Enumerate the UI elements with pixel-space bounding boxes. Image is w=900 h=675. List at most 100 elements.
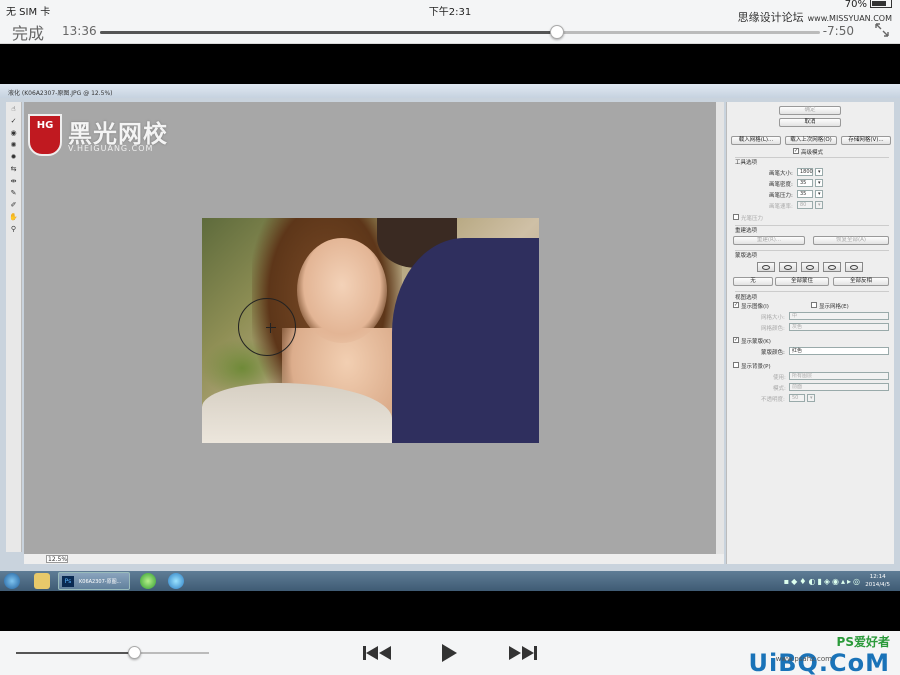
browser-icon[interactable]: [168, 573, 184, 589]
ios-bottom-controls: PS爱好者 UiBQ.CoM www.psahz.com: [0, 631, 900, 675]
volume-slider[interactable]: [16, 646, 209, 659]
logo-badge: HG: [28, 114, 62, 156]
brush-density-label: 画笔密度:: [769, 182, 793, 188]
stylus-pressure-label: 光笔压力: [741, 216, 764, 222]
freeze-mask-tool-icon[interactable]: ✎: [8, 188, 20, 198]
mask-options-heading: 蒙版选项: [735, 253, 758, 259]
opacity-dropdown-icon[interactable]: ▾: [807, 394, 815, 402]
twirl-tool-icon[interactable]: ◉: [8, 128, 20, 138]
previous-track-icon[interactable]: [362, 644, 392, 662]
zoom-tool-icon[interactable]: ⚲: [8, 224, 20, 234]
explorer-icon[interactable]: [34, 573, 50, 589]
player-top-controls: 完成 13:36 -7:50: [0, 18, 900, 44]
windows-desktop: 液化 (K06A2307-原图.JPG @ 12.5%) ☝ ✓ ◉ ✺ ✹ ⇆…: [0, 84, 900, 591]
mode-label: 模式:: [773, 386, 786, 392]
bloat-tool-icon[interactable]: ✹: [8, 152, 20, 162]
opacity-label: 不透明度:: [761, 397, 785, 403]
reconstruct-button[interactable]: 重建(R)...: [733, 236, 805, 245]
battery-icon: [870, 0, 892, 8]
photoshop-icon: Ps: [62, 576, 74, 587]
show-mesh-label: 显示网格(E): [819, 304, 849, 310]
replace-selection-icon[interactable]: [757, 262, 775, 272]
brush-pressure-dropdown-icon[interactable]: ▾: [815, 190, 823, 198]
mesh-size-select[interactable]: 中: [789, 312, 889, 320]
load-mesh-button[interactable]: 载入网格(L)...: [731, 136, 781, 145]
add-to-selection-icon[interactable]: [779, 262, 797, 272]
thaw-mask-tool-icon[interactable]: ✐: [8, 200, 20, 210]
use-select[interactable]: 所有图层: [789, 372, 889, 380]
pucker-tool-icon[interactable]: ✺: [8, 140, 20, 150]
zoom-field[interactable]: 12.5%: [46, 555, 68, 563]
tool-options-heading: 工具选项: [735, 160, 758, 166]
done-button[interactable]: 完成: [12, 20, 44, 44]
vertical-scrollbar[interactable]: [716, 102, 724, 554]
brush-density-field[interactable]: 35: [797, 179, 813, 187]
brush-pressure-field[interactable]: 35: [797, 190, 813, 198]
ios-top-bar: 无 SIM 卡 下午2:31 70% 思缘设计论坛 www.MISSYUAN.CO…: [0, 0, 900, 44]
save-mesh-button[interactable]: 存储网格(V)...: [841, 136, 891, 145]
preview-canvas[interactable]: HG 黑光网校 V.HEIGUANG.COM: [24, 102, 716, 554]
refresh-app-icon[interactable]: [140, 573, 156, 589]
logo-url: V.HEIGUANG.COM: [68, 144, 154, 153]
play-icon[interactable]: [440, 643, 458, 663]
restore-all-button[interactable]: 恢复全部(A): [813, 236, 889, 245]
show-backdrop-checkbox[interactable]: [733, 362, 739, 368]
watermark-sub-url: www.psahz.com: [775, 655, 832, 663]
show-mask-label: 显示蒙版(K): [741, 339, 771, 345]
push-left-tool-icon[interactable]: ⇆: [8, 164, 20, 174]
remaining-time: -7:50: [822, 24, 854, 38]
show-image-checkbox[interactable]: ✓: [733, 302, 739, 308]
brush-density-dropdown-icon[interactable]: ▾: [815, 179, 823, 187]
zoom-bar: 12.5%: [24, 554, 724, 564]
brush-size-dropdown-icon[interactable]: ▾: [815, 168, 823, 176]
invert-selection-icon[interactable]: [845, 262, 863, 272]
next-track-icon[interactable]: [508, 644, 538, 662]
crosshair-icon: [266, 323, 276, 333]
intersect-selection-icon[interactable]: [823, 262, 841, 272]
brush-size-label: 画笔大小:: [769, 171, 793, 177]
brush-rate-dropdown-icon[interactable]: ▾: [815, 201, 823, 209]
brush-size-field[interactable]: 1800: [797, 168, 813, 176]
load-last-mesh-button[interactable]: 载入上次网格(O): [785, 136, 837, 145]
show-mesh-checkbox[interactable]: [811, 302, 817, 308]
mask-none-button[interactable]: 无: [733, 277, 773, 286]
windows-start-icon[interactable]: [4, 573, 20, 589]
subtract-from-selection-icon[interactable]: [801, 262, 819, 272]
show-image-label: 显示图像(I): [741, 304, 769, 310]
mask-all-button[interactable]: 全部蒙住: [775, 277, 829, 286]
forward-warp-tool-icon[interactable]: ☝: [8, 104, 20, 114]
mesh-color-label: 网格颜色:: [761, 326, 785, 332]
brush-pressure-label: 画笔压力:: [769, 193, 793, 199]
cancel-button[interactable]: 取消: [779, 118, 841, 127]
hand-tool-icon[interactable]: ✋: [8, 212, 20, 222]
reconstruct-tool-icon[interactable]: ✓: [8, 116, 20, 126]
ok-button[interactable]: 确定: [779, 106, 841, 115]
liquify-toolbar: ☝ ✓ ◉ ✺ ✹ ⇆ ⇹ ✎ ✐ ✋ ⚲: [6, 102, 22, 552]
stylus-pressure-checkbox[interactable]: [733, 214, 739, 220]
opacity-field[interactable]: 50: [789, 394, 805, 402]
use-label: 使用:: [773, 375, 786, 381]
mask-color-select[interactable]: 红色: [789, 347, 889, 355]
heiguang-logo: HG 黑光网校 V.HEIGUANG.COM: [28, 114, 198, 158]
scrubber-track[interactable]: [100, 25, 820, 39]
show-backdrop-label: 显示背景(P): [741, 364, 771, 370]
volume-thumb[interactable]: [127, 646, 141, 659]
photo-preview[interactable]: [202, 218, 539, 443]
invert-all-button[interactable]: 全部反相: [833, 277, 889, 286]
show-mask-checkbox[interactable]: ✓: [733, 337, 739, 343]
elapsed-time: 13:36: [62, 24, 97, 38]
brush-rate-field[interactable]: 80: [797, 201, 813, 209]
mirror-tool-icon[interactable]: ⇹: [8, 176, 20, 186]
mesh-color-select[interactable]: 灰色: [789, 323, 889, 331]
taskbar-photoshop-item[interactable]: Ps K06A2307-原图...: [58, 572, 130, 590]
mode-select[interactable]: 前面: [789, 383, 889, 391]
advanced-mode-checkbox[interactable]: ✓: [793, 148, 799, 154]
advanced-mode-label: 高级模式: [801, 150, 824, 156]
expand-icon[interactable]: [874, 22, 890, 38]
clock-date: 2014/4/5: [865, 582, 890, 588]
mesh-size-label: 网格大小:: [761, 315, 785, 321]
scrubber-fill: [100, 31, 558, 34]
taskbar-clock: 12:14 2014/4/5: [865, 573, 890, 589]
windows-taskbar: Ps K06A2307-原图... ▪◆♦◐▮◈◉▴▸◎ 12:14 2014/4…: [0, 571, 900, 591]
scrubber-thumb[interactable]: [550, 25, 565, 39]
